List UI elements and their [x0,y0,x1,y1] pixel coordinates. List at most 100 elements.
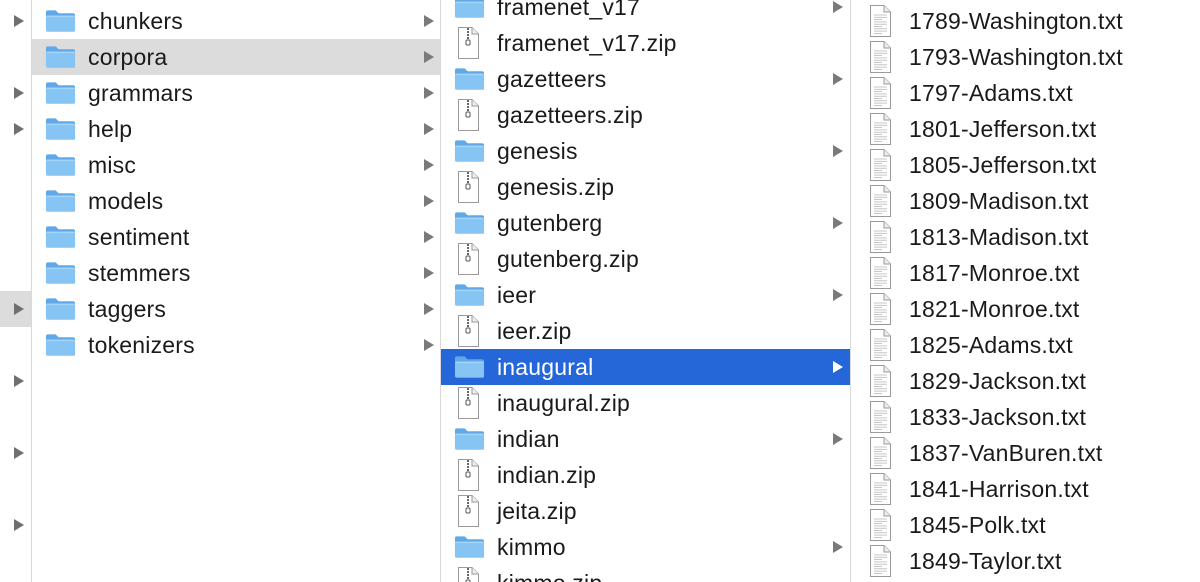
item-label: 1849-Taylor.txt [909,547,1062,574]
text-file-icon [870,185,891,217]
file-item[interactable]: gazetteers.zip [441,97,850,133]
parent-list-item[interactable] [0,39,31,75]
folder-icon [45,298,76,320]
disclosure-arrow-icon [14,123,24,135]
folder-icon [45,10,76,32]
item-label: inaugural.zip [497,389,631,416]
column-nltk-data[interactable]: chunkers corpora grammars help misc models sen… [32,0,441,582]
parent-list-item[interactable] [0,111,31,147]
file-item[interactable]: 1817-Monroe.txt [851,255,1200,291]
file-item[interactable]: 1793-Washington.txt [851,39,1200,75]
item-label: misc [88,151,137,178]
folder-item[interactable]: grammars [32,75,440,111]
item-label: 1829-Jackson.txt [909,367,1087,394]
file-item[interactable]: 1837-VanBuren.txt [851,435,1200,471]
item-label: 1837-VanBuren.txt [909,439,1103,466]
parent-list-item[interactable] [0,399,31,435]
parent-list-item[interactable] [0,183,31,219]
folder-item[interactable]: genesis [441,133,850,169]
parent-list-item[interactable] [0,3,31,39]
file-item[interactable]: 1797-Adams.txt [851,75,1200,111]
folder-icon [454,212,485,234]
folder-item[interactable]: framenet_v17 [441,0,850,25]
folder-icon [45,262,76,284]
parent-list-item[interactable] [0,219,31,255]
file-item[interactable]: 1789-Washington.txt [851,3,1200,39]
disclosure-arrow-icon [14,303,24,315]
folder-item[interactable]: sentiment [32,219,440,255]
item-label: 1797-Adams.txt [909,79,1073,106]
disclosure-arrow-icon [424,15,434,27]
parent-list-item[interactable] [0,363,31,399]
parent-list-item[interactable] [0,147,31,183]
file-item[interactable]: 1829-Jackson.txt [851,363,1200,399]
file-item[interactable]: 1825-Adams.txt [851,327,1200,363]
folder-icon [454,536,485,558]
text-file-icon [870,401,891,433]
folder-item[interactable]: gutenberg [441,205,850,241]
file-item[interactable]: 1841-Harrison.txt [851,471,1200,507]
file-item[interactable]: 1805-Jefferson.txt [851,147,1200,183]
file-item[interactable]: 1833-Jackson.txt [851,399,1200,435]
item-label: indian [497,425,560,452]
item-label: indian.zip [497,461,597,488]
folder-item[interactable]: help [32,111,440,147]
folder-item[interactable]: corpora [32,39,440,75]
folder-icon [454,356,485,378]
parent-list-item[interactable] [0,507,31,543]
file-item[interactable]: framenet_v17.zip [441,25,850,61]
file-item[interactable]: genesis.zip [441,169,850,205]
folder-item[interactable]: models [32,183,440,219]
folder-item[interactable]: chunkers [32,3,440,39]
item-label: help [88,115,133,142]
disclosure-arrow-icon [14,15,24,27]
parent-list-item[interactable] [0,291,31,327]
folder-item[interactable]: tokenizers [32,327,440,363]
file-item[interactable]: ieer.zip [441,313,850,349]
column-corpora[interactable]: framenet_v17 framenet_v17.zip gazetteers ga… [441,0,851,582]
column-inaugural[interactable]: 1789-Washington.txt 1793-Washington.txt 17… [851,0,1200,582]
disclosure-arrow-icon [424,51,434,63]
file-item[interactable]: kimmo.zip [441,565,850,582]
file-item[interactable]: gutenberg.zip [441,241,850,277]
folder-icon [45,82,76,104]
file-item[interactable]: 1849-Taylor.txt [851,543,1200,579]
text-file-icon [870,77,891,109]
file-item[interactable]: 1809-Madison.txt [851,183,1200,219]
folder-item[interactable]: kimmo [441,529,850,565]
parent-list-item[interactable] [0,435,31,471]
folder-icon [45,118,76,140]
file-item[interactable]: 1845-Polk.txt [851,507,1200,543]
parent-list-item[interactable] [0,255,31,291]
disclosure-arrow-icon [14,519,24,531]
text-file-icon [870,113,891,145]
disclosure-arrow-icon [424,231,434,243]
item-label: 1817-Monroe.txt [909,259,1080,286]
folder-item[interactable]: stemmers [32,255,440,291]
folder-item[interactable]: indian [441,421,850,457]
file-item[interactable]: inaugural.zip [441,385,850,421]
folder-item[interactable]: ieer [441,277,850,313]
column-parent[interactable] [0,0,32,582]
folder-item[interactable]: inaugural [441,349,850,385]
folder-icon [45,46,76,68]
text-file-icon [870,221,891,253]
item-label: gutenberg [497,209,603,236]
parent-list-item[interactable] [0,471,31,507]
folder-item[interactable]: gazetteers [441,61,850,97]
text-file-icon [870,437,891,469]
item-label: genesis [497,137,578,164]
file-item[interactable]: indian.zip [441,457,850,493]
file-item[interactable]: jeita.zip [441,493,850,529]
folder-item[interactable]: taggers [32,291,440,327]
disclosure-arrow-icon [833,1,843,13]
parent-list-item[interactable] [0,327,31,363]
file-item[interactable]: 1801-Jefferson.txt [851,111,1200,147]
folder-icon [45,190,76,212]
item-label: stemmers [88,259,191,286]
parent-list-item[interactable] [0,75,31,111]
file-item[interactable]: 1813-Madison.txt [851,219,1200,255]
text-file-icon [870,545,891,577]
folder-item[interactable]: misc [32,147,440,183]
file-item[interactable]: 1821-Monroe.txt [851,291,1200,327]
